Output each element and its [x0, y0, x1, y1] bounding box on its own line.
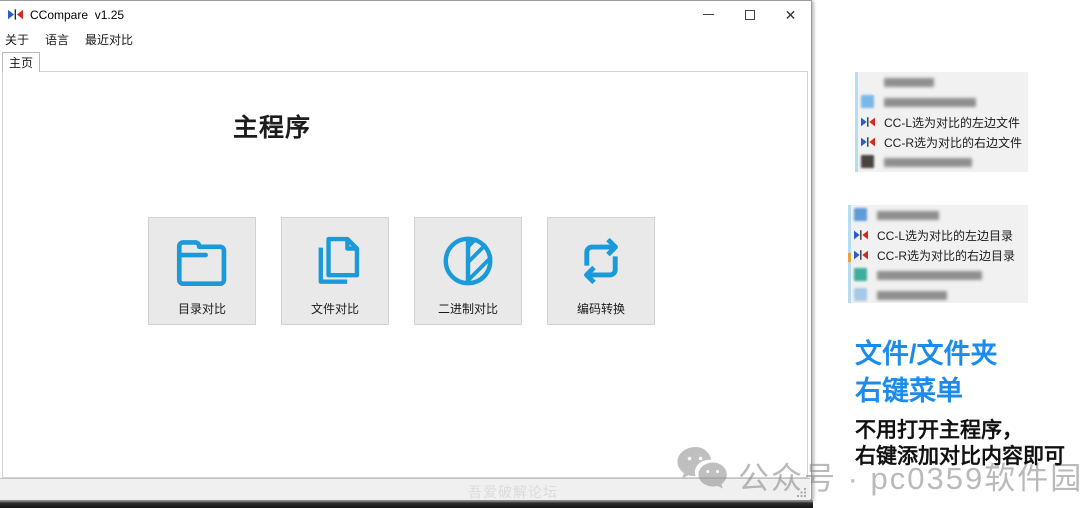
directory-compare-button[interactable]: 目录对比: [148, 217, 256, 325]
redacted-text: [884, 78, 934, 87]
menu-item-label: CC-R选为对比的右边文件: [884, 134, 1022, 151]
statusbar-watermark: 吾爱破解论坛: [468, 482, 558, 502]
tile-label: 文件对比: [311, 300, 359, 317]
annotation-body-line1: 不用打开主程序，: [855, 418, 1065, 444]
redacted-menu-item[interactable]: [848, 205, 1028, 225]
redacted-text: [884, 98, 976, 107]
wechat-icon: [676, 445, 728, 493]
redacted-text: [877, 291, 947, 300]
tile-label: 二进制对比: [438, 300, 498, 317]
menu-item-ccr-right-dir[interactable]: CC-R选为对比的右边目录: [848, 245, 1028, 265]
redacted-text: [884, 158, 972, 167]
window-title: CCompare v1.25: [30, 8, 124, 22]
folder-icon: [171, 230, 233, 292]
titlebar[interactable]: CCompare v1.25 ✕: [0, 1, 811, 28]
redacted-text: [877, 271, 982, 280]
home-tab-page: 主程序 目录对比 文件对比: [2, 71, 808, 478]
compare-arrows-icon: [854, 248, 868, 262]
minimize-icon: [703, 14, 714, 15]
redacted-icon: [861, 95, 874, 108]
app-compare-icon: [8, 7, 23, 22]
close-button[interactable]: ✕: [770, 1, 811, 28]
page-title: 主程序: [233, 108, 311, 144]
menu-item-label: CC-L选为对比的左边文件: [884, 114, 1020, 131]
close-icon: ✕: [785, 8, 797, 22]
compare-arrows-icon: [861, 115, 875, 129]
redacted-icon: [854, 288, 867, 301]
annotation-title-line2: 右键菜单: [855, 373, 1065, 410]
tile-label: 目录对比: [178, 300, 226, 317]
menu-item-label: CC-R选为对比的右边目录: [877, 247, 1015, 264]
convert-arrows-icon: [570, 230, 632, 292]
menu-item-label: CC-L选为对比的左边目录: [877, 227, 1013, 244]
context-menu-directories: CC-L选为对比的左边目录 CC-R选为对比的右边目录: [848, 205, 1028, 303]
ccompare-window: CCompare v1.25 ✕ 关于 语言 最近对比 主页 主程序: [0, 0, 812, 500]
minimize-button[interactable]: [688, 1, 729, 28]
annotation-body-line2: 右键添加对比内容即可: [855, 444, 1065, 470]
menu-item-ccl-left-file[interactable]: CC-L选为对比的左边文件: [855, 112, 1028, 132]
redacted-icon: [854, 268, 867, 281]
redacted-menu-item[interactable]: [848, 265, 1028, 285]
menu-item-ccr-right-file[interactable]: CC-R选为对比的右边文件: [855, 132, 1028, 152]
window-controls: ✕: [688, 1, 811, 28]
binary-circle-icon: [437, 230, 499, 292]
redacted-menu-item[interactable]: [855, 152, 1028, 172]
menubar: 关于 语言 最近对比: [0, 28, 811, 50]
files-icon: [304, 230, 366, 292]
file-compare-button[interactable]: 文件对比: [281, 217, 389, 325]
redacted-menu-item[interactable]: [855, 92, 1028, 112]
binary-compare-button[interactable]: 二进制对比: [414, 217, 522, 325]
context-menu-files: CC-L选为对比的左边文件 CC-R选为对比的右边文件: [855, 72, 1028, 172]
menu-about[interactable]: 关于: [0, 28, 37, 51]
compare-arrows-icon: [854, 228, 868, 242]
redacted-text: [877, 211, 939, 220]
annotation-title-line1: 文件/文件夹: [855, 336, 1065, 373]
compare-arrows-icon: [861, 135, 875, 149]
tile-label: 编码转换: [577, 300, 625, 317]
redacted-icon: [854, 208, 867, 221]
encoding-convert-button[interactable]: 编码转换: [547, 217, 655, 325]
redacted-icon: [861, 155, 874, 168]
annotation-block: 文件/文件夹 右键菜单 不用打开主程序， 右键添加对比内容即可: [855, 336, 1065, 470]
bottom-dark-bar: [0, 500, 813, 508]
screenshot-stage: CCompare v1.25 ✕ 关于 语言 最近对比 主页 主程序: [0, 0, 1080, 508]
maximize-icon: [745, 10, 755, 20]
redacted-menu-item[interactable]: [855, 72, 1028, 92]
menu-recent-compare[interactable]: 最近对比: [77, 28, 141, 51]
menu-item-ccl-left-dir[interactable]: CC-L选为对比的左边目录: [848, 225, 1028, 245]
redacted-menu-item[interactable]: [848, 285, 1028, 303]
action-tiles: 目录对比 文件对比: [148, 217, 655, 325]
menu-language[interactable]: 语言: [37, 28, 77, 51]
tab-home[interactable]: 主页: [2, 52, 40, 72]
maximize-button[interactable]: [729, 1, 770, 28]
